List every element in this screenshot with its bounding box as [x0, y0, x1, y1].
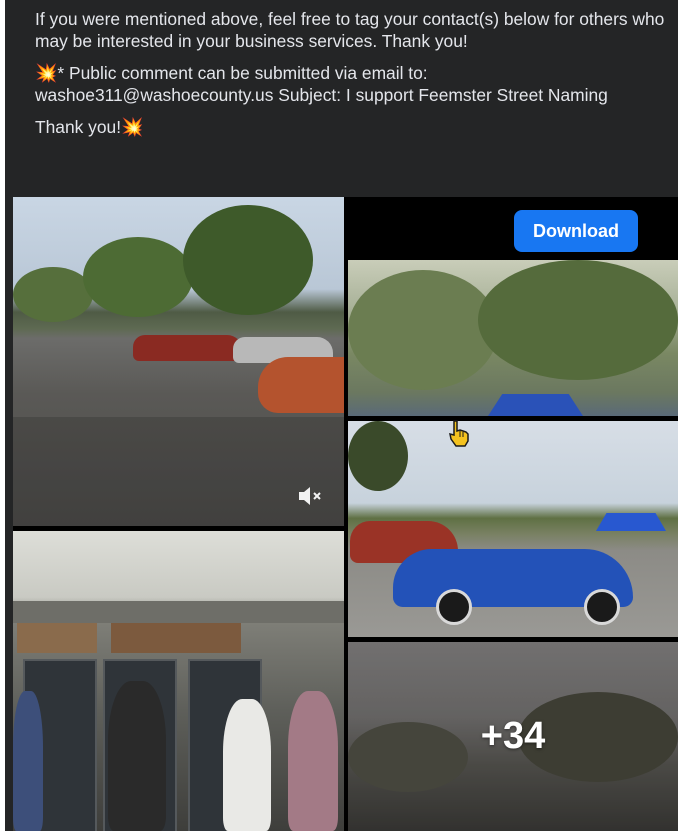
hand-pointer-icon — [448, 419, 470, 447]
post-paragraph-public-comment: 💥* Public comment can be submitted via e… — [35, 62, 665, 106]
post-body: If you were mentioned above, feel free t… — [35, 8, 665, 148]
photo-live-band[interactable] — [13, 531, 344, 831]
post-frame: If you were mentioned above, feel free t… — [5, 0, 678, 831]
download-button[interactable]: Download — [514, 210, 638, 252]
thank-you-text: Thank you! — [35, 117, 122, 137]
post-paragraph-mentions: If you were mentioned above, feel free t… — [35, 9, 665, 51]
photo-parking-lot-more[interactable]: +34 — [348, 642, 678, 831]
more-photos-count[interactable]: +34 — [348, 642, 678, 831]
post-paragraph-thank-you: Thank you!💥 — [35, 116, 665, 138]
speaker-muted-icon[interactable] — [297, 485, 325, 509]
photo-blue-car[interactable] — [348, 421, 678, 637]
collision-emoji: 💥 — [35, 63, 58, 83]
photo-grid: +34 — [13, 197, 678, 831]
photo-car-show-video[interactable] — [13, 197, 344, 526]
public-comment-text: * Public comment can be submitted via em… — [35, 63, 608, 105]
collision-emoji: 💥 — [121, 117, 144, 137]
photo-trees-tents[interactable] — [348, 260, 678, 416]
